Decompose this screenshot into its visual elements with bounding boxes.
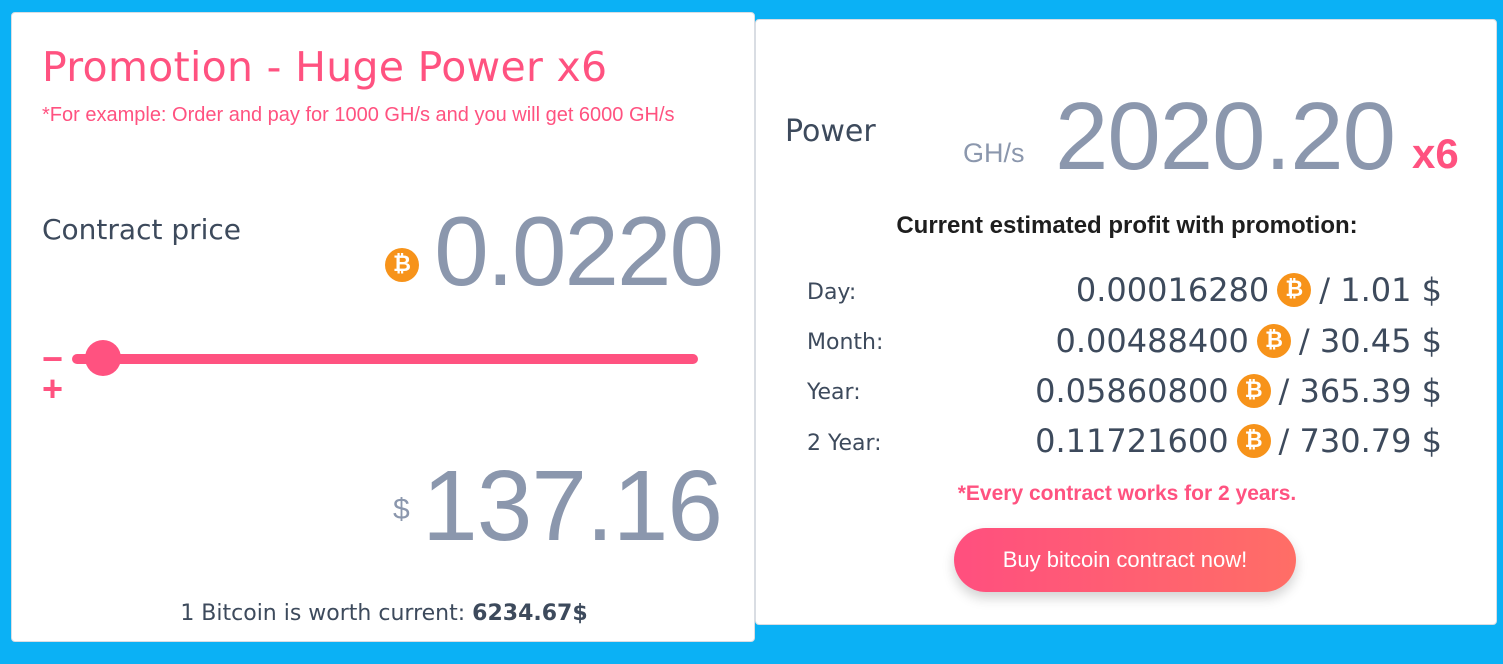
contract-price-btc: 0.0220 [434, 196, 724, 306]
profit-btc-month: 0.00488400 [1055, 322, 1249, 360]
profit-value-day: 0.00016280 ₿ / 1.01 $ [1076, 271, 1442, 309]
power-value: 2020.20 [1055, 83, 1396, 190]
profit-value-2year: 0.11721600 ₿ / 730.79 $ [1035, 422, 1442, 460]
profit-label-month: Month: [807, 330, 884, 355]
promotion-note: *For example: Order and pay for 1000 GH/… [42, 104, 675, 126]
usd-currency-symbol: $ [393, 493, 410, 526]
contract-price-slider[interactable] [72, 354, 698, 364]
buy-contract-button[interactable]: Buy bitcoin contract now! [954, 528, 1296, 592]
profit-label-2year: 2 Year: [807, 431, 882, 456]
bitcoin-coin-icon: ₿ [1256, 324, 1291, 358]
bitcoin-rate-text: 1 Bitcoin is worth current: 6234.67$ [12, 601, 756, 626]
slider-increase-button[interactable]: + [42, 371, 63, 407]
profit-label-day: Day: [807, 280, 857, 305]
profit-usd-year: / 365.39 $ [1278, 372, 1442, 410]
profit-btc-day: 0.00016280 [1075, 271, 1270, 309]
power-unit: GH/s [963, 138, 1025, 168]
profit-usd-2year: / 730.79 $ [1278, 422, 1442, 460]
contract-price-card: Promotion - Huge Power x6 *For example: … [11, 12, 755, 642]
bitcoin-coin-icon: ₿ [1277, 273, 1312, 307]
profit-label-year: Year: [807, 380, 861, 405]
profit-btc-2year: 0.11721600 [1035, 422, 1229, 460]
profit-heading: Current estimated profit with promotion: [896, 212, 1358, 239]
power-multiplier: x6 [1412, 130, 1459, 177]
slider-thumb[interactable] [85, 340, 122, 376]
bitcoin-coin-icon: ₿ [1236, 374, 1271, 408]
bitcoin-coin-icon: ₿ [385, 248, 419, 282]
contract-duration-note: *Every contract works for 2 years. [957, 482, 1297, 505]
profit-value-year: 0.05860800 ₿ / 365.39 $ [1035, 372, 1442, 410]
power-label: Power [785, 114, 876, 149]
profit-usd-month: / 30.45 $ [1298, 322, 1442, 360]
bitcoin-rate-label: 1 Bitcoin is worth current: [180, 601, 466, 626]
contract-price-label: Contract price [42, 213, 242, 246]
profit-btc-year: 0.05860800 [1035, 372, 1229, 410]
power-profit-card: Power GH/s 2020.20 x6 Current estimated … [755, 19, 1497, 625]
profit-value-month: 0.00488400 ₿ / 30.45 $ [1056, 322, 1443, 360]
profit-usd-day: / 1.01 $ [1319, 271, 1442, 309]
bitcoin-rate-value: 6234.67$ [472, 601, 588, 626]
promotion-title: Promotion - Huge Power x6 [42, 43, 608, 91]
contract-price-usd: 137.16 [422, 450, 723, 562]
bitcoin-coin-icon: ₿ [1236, 424, 1271, 458]
